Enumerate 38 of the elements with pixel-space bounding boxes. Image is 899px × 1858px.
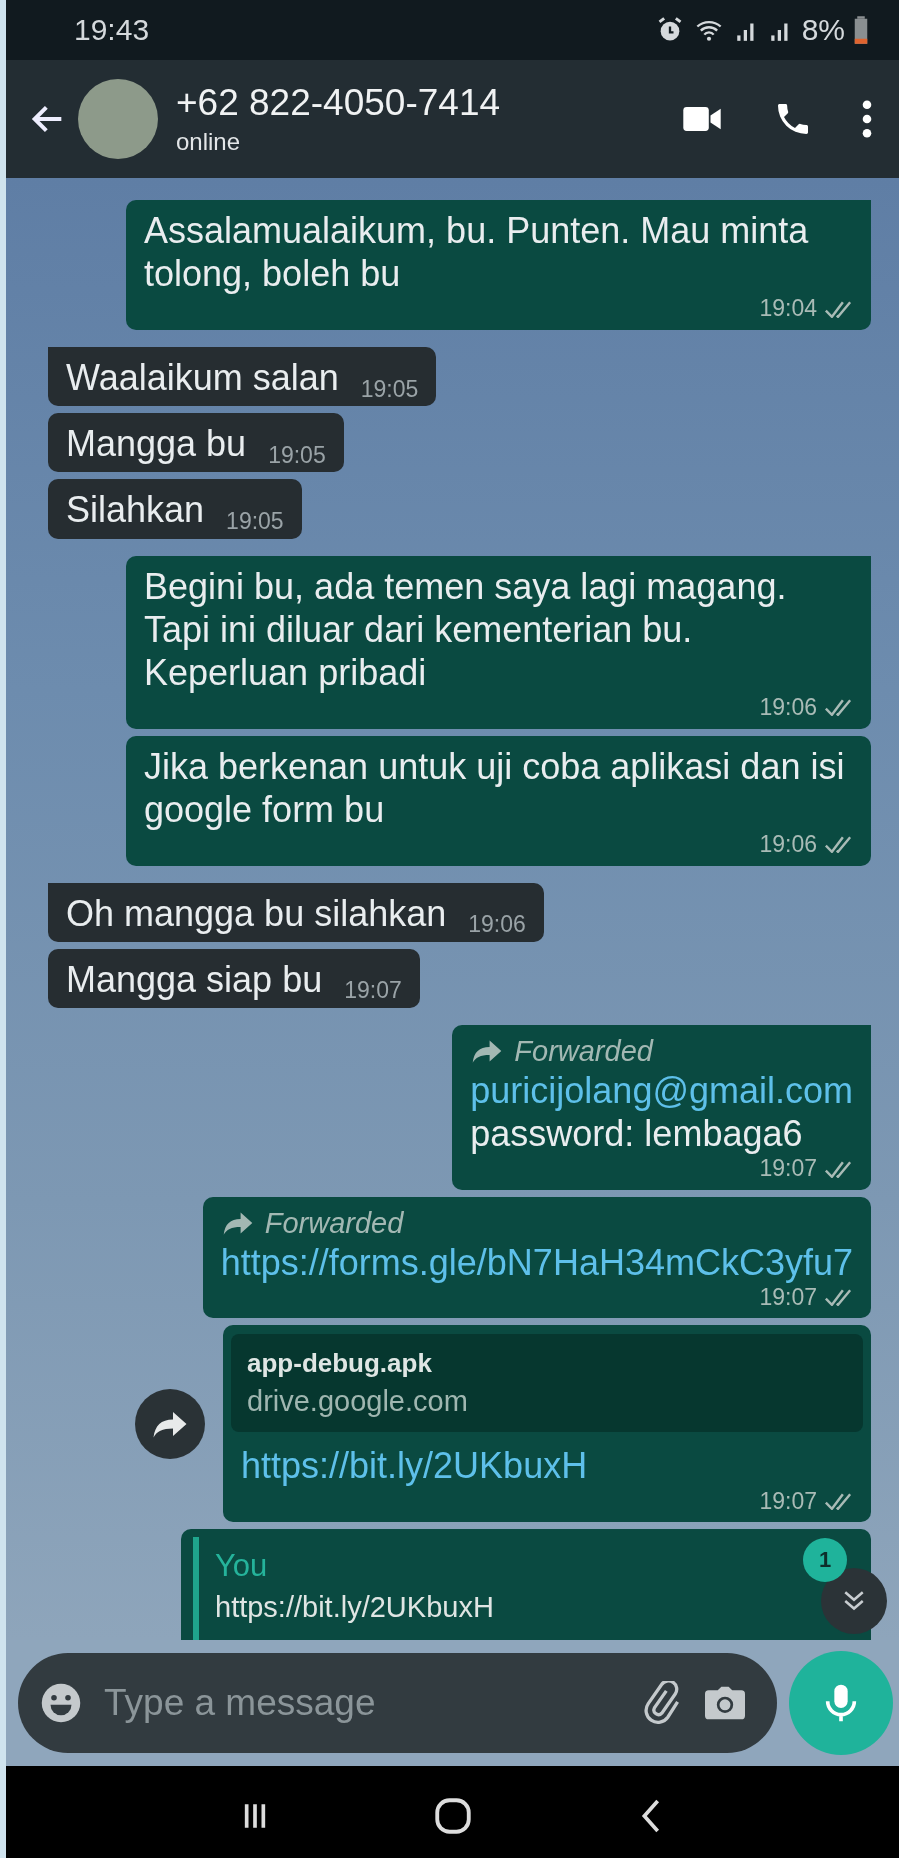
contact-name: +62 822-4050-7414	[176, 82, 502, 124]
message-text: Silahkan	[66, 488, 205, 532]
message-text: password: lembaga6	[470, 1112, 804, 1156]
input-bar[interactable]: Type a message	[18, 1653, 777, 1753]
message-text: Begini bu, ada temen saya lagi magang. Tapi ini diluar dari kementerian bu. Keperluan pribadi	[144, 564, 788, 695]
message-time: 19:07	[759, 1487, 817, 1516]
message-text: Waalaikum salan	[66, 355, 339, 400]
message-time: 19:06	[759, 831, 817, 859]
link[interactable]: https://forms.gle/bN7HaH34mCkC3yfu7	[220, 1240, 853, 1284]
more-options-icon[interactable]	[861, 99, 873, 139]
message-time: 19:07	[759, 1155, 817, 1183]
link[interactable]: https://bit.ly/2UKbuxH	[241, 1444, 853, 1488]
message-text: Oh mangga bu silahkan	[66, 891, 447, 935]
battery-percent: 8%	[801, 13, 845, 47]
quoted-text: https://bit.ly/2UKbuxH	[215, 1590, 494, 1626]
message-time: 19:07	[344, 977, 402, 1006]
link-domain: drive.google.com	[247, 1383, 469, 1419]
battery-icon	[853, 15, 869, 45]
message-time: 19:06	[759, 694, 817, 722]
message-text: Assalamualaikum, bu. Punten. Mau minta tolong, boleh bu	[144, 209, 810, 296]
quoted-author: You	[215, 1547, 268, 1585]
link[interactable]: puricijolang@gmail.com	[470, 1068, 853, 1112]
message-text: Mangga siap bu	[66, 957, 323, 1002]
presence-status: online	[176, 128, 242, 156]
message-time: 19:04	[759, 295, 817, 323]
clock: 19:43	[74, 13, 151, 47]
message-time: 19:05	[226, 507, 284, 536]
message-text: Mangga bu	[66, 422, 247, 466]
link-preview[interactable]: app-debug.apk drive.google.com	[231, 1334, 863, 1433]
message-time: 19:07	[759, 1283, 817, 1312]
emoji-icon[interactable]	[40, 1682, 82, 1724]
message-time: 19:05	[360, 375, 419, 404]
forwarded-label: Forwarded	[264, 1205, 404, 1241]
message-time: 19:05	[268, 441, 326, 470]
message-text: Jika berkenan untuk uji coba aplikasi dan isi google form bu	[144, 744, 846, 832]
file-name: app-debug.apk	[247, 1348, 433, 1380]
message-time: 19:06	[468, 911, 526, 939]
forwarded-label: Forwarded	[514, 1034, 653, 1069]
